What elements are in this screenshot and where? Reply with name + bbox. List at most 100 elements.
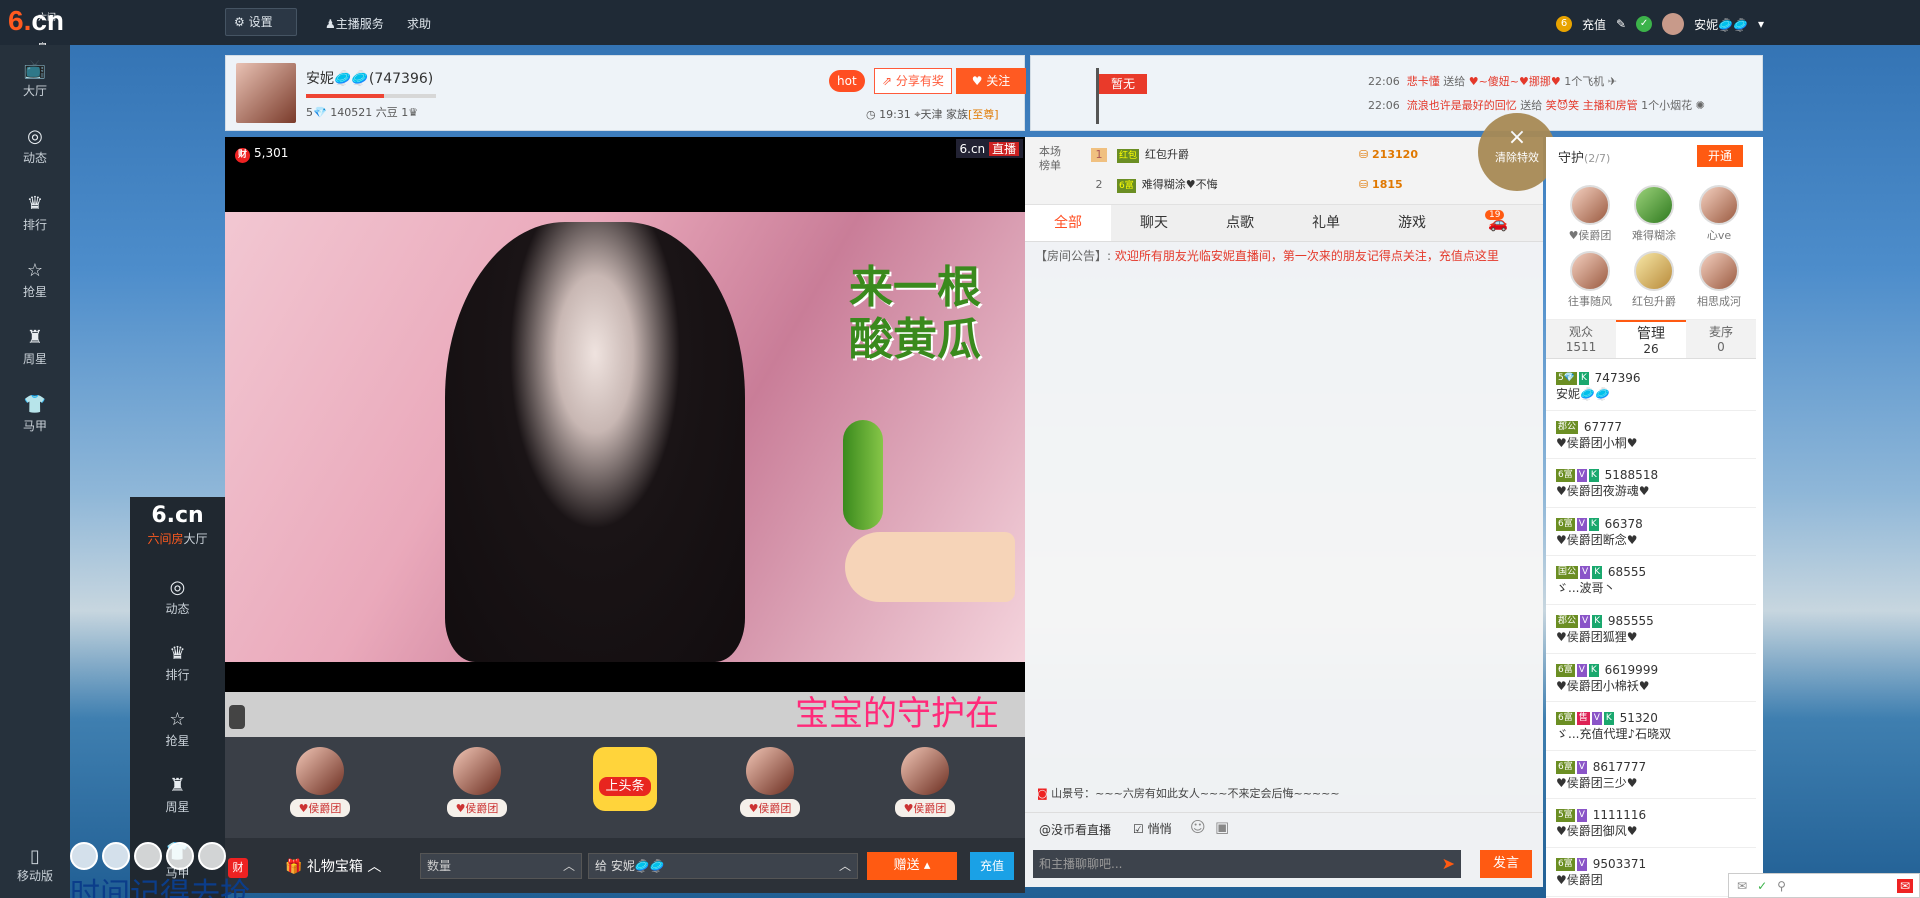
gift-from[interactable]: 悲卡懂	[1407, 75, 1440, 88]
paper-plane-icon[interactable]: ➤	[1442, 850, 1455, 878]
user-row[interactable]: 6富 V K 5188518 ♥侯爵团夜游魂♥	[1546, 459, 1756, 508]
chat-input[interactable]: 和主播聊聊吧... ➤	[1033, 850, 1461, 878]
user-row[interactable]: 6富 V 9503371 ♥侯爵团	[1546, 848, 1756, 897]
tab-gift-list[interactable]: 礼单	[1283, 205, 1369, 241]
guard-seat[interactable]: ♥侯爵团	[740, 747, 800, 817]
user-row[interactable]: 郡公 V K 985555 ♥侯爵团狐狸♥	[1546, 605, 1756, 654]
private-checkbox[interactable]: ☑ 悄悄	[1133, 820, 1172, 837]
rank-row[interactable]: 2 6富 难得糊涂♥不悔 ⛁ 1815	[1091, 173, 1531, 197]
clear-effects-button[interactable]: × 清除特效	[1478, 113, 1556, 191]
mountain-message-text: 山景号：~~~六房有如此女人~~~不来定会后悔~~~~~	[1051, 787, 1340, 800]
overlay-nav-item[interactable]: ♜ 周星	[130, 761, 225, 827]
notice-text[interactable]: 欢迎所有朋友光临安妮直播间，第一次来的朋友记得点关注，充值点这里	[1115, 249, 1499, 263]
mention-select[interactable]: @没币看直播	[1039, 821, 1111, 838]
nav-feed[interactable]: ◎ 动态	[0, 112, 70, 179]
user-name: ♥侯爵团御风♥	[1556, 824, 1638, 839]
nav-rank[interactable]: ♛ 排行	[0, 179, 70, 246]
tab-song[interactable]: 点歌	[1197, 205, 1283, 241]
video-player[interactable]: 来一根 酸黄瓜 财 5,301 6.cn 直播 宝宝的守护在	[225, 137, 1025, 737]
gift-recipient-select[interactable]: 给 安妮🥏🥏 ︿	[588, 853, 858, 879]
rank-label[interactable]: 本场榜单	[1039, 145, 1069, 173]
guard-member[interactable]: 心ve	[1689, 185, 1749, 243]
user-row[interactable]: 国公 V K 68555 ゞ...波哥丶	[1546, 556, 1756, 605]
guard-seat[interactable]: ♥侯爵团	[895, 747, 955, 817]
chat-placeholder: 和主播聊聊吧...	[1039, 857, 1123, 871]
username[interactable]: 安妮🥏🥏	[1694, 16, 1748, 33]
tab-games[interactable]: 游戏	[1369, 205, 1455, 241]
chat-bubble-icon[interactable]: ✉	[1896, 878, 1913, 893]
wealth-god-icon[interactable]: 财	[228, 858, 248, 878]
tab-admins[interactable]: 管理 26	[1616, 320, 1686, 358]
send-gift-button[interactable]: 赠送 ▴	[867, 852, 957, 880]
gift-box-button[interactable]: 🎁 礼物宝箱 ︿	[285, 856, 381, 876]
guard-member[interactable]: 难得糊涂	[1624, 185, 1684, 243]
mail-icon[interactable]: ✉	[1737, 879, 1747, 893]
overlay-nav-lobby[interactable]: 大厅	[184, 532, 208, 546]
user-avatar[interactable]	[1662, 13, 1685, 35]
gift-to[interactable]: ♥~傻妞~♥挪挪♥	[1469, 75, 1561, 88]
follow-button[interactable]: ♥ 关注	[956, 68, 1026, 94]
wealth-counter[interactable]: 财 5,301	[235, 146, 288, 163]
gift-from[interactable]: 流浪也许是最好的回忆	[1407, 99, 1517, 112]
user-row[interactable]: 5富 V 1111116 ♥侯爵团御风♥	[1546, 799, 1756, 848]
guard-member[interactable]: 相思成河	[1689, 251, 1749, 309]
guard-member[interactable]: ♥侯爵团	[1560, 185, 1620, 243]
tab-audience[interactable]: 观众 1511	[1546, 320, 1616, 358]
host-service-link[interactable]: ♟主播服务	[325, 15, 384, 32]
guard-member[interactable]: 红包升爵	[1624, 251, 1684, 309]
guard-seat[interactable]: ♥侯爵团	[290, 747, 350, 817]
chevron-down-icon[interactable]: ▾	[1758, 17, 1764, 31]
send-message-button[interactable]: 发言	[1480, 850, 1532, 878]
nav-vest[interactable]: 👕 马甲	[0, 380, 70, 447]
nav-grab-star[interactable]: ☆ 抢星	[0, 246, 70, 313]
nav-lobby[interactable]: 📺 大厅	[0, 45, 70, 112]
cucumber-graphic	[843, 420, 883, 530]
family-badge[interactable]: [至尊]	[968, 108, 999, 121]
user-row[interactable]: 6富售 V K 51320 ゞ...充值代理♪石晓双	[1546, 702, 1756, 751]
check-icon[interactable]: ✓	[1757, 879, 1767, 893]
guard-member-name: 心ve	[1706, 229, 1732, 242]
guard-member[interactable]: 往事随风	[1560, 251, 1620, 309]
rank-row[interactable]: 1 红包 红包升爵 ⛁ 213120	[1091, 143, 1531, 167]
gift-to[interactable]: 笑😈笑 主播和房管	[1546, 99, 1638, 112]
overlay-nav-item[interactable]: ☆ 抢星	[130, 695, 225, 761]
microphone-icon[interactable]	[229, 705, 245, 729]
family-label: 家族	[946, 108, 969, 121]
recharge-link[interactable]: 充值	[1582, 16, 1606, 33]
settings-button[interactable]: ⚙ 设置	[225, 8, 297, 36]
nav-week-star[interactable]: ♜ 周星	[0, 313, 70, 380]
zoom-icon[interactable]: ⚲	[1777, 879, 1786, 893]
overlay-logo[interactable]: 6.cn 六间房大厅	[130, 497, 225, 563]
user-row[interactable]: 6富 V K 6619999 ♥侯爵团小棉袄♥	[1546, 654, 1756, 703]
hot-badge[interactable]: hot	[829, 70, 865, 92]
help-link[interactable]: 求助	[407, 15, 431, 32]
overlay-nav-item[interactable]: ◎ 动态	[130, 563, 225, 629]
headline-button[interactable]: 上头条	[593, 747, 657, 811]
image-icon[interactable]: ▣	[1215, 818, 1229, 836]
session-rank: 本场榜单 1 红包 红包升爵 ⛁ 213120 2 6富 难得糊涂♥不悔 ⛁ 1815	[1025, 137, 1543, 205]
site-logo[interactable]: 6.cn六间房	[8, 6, 64, 53]
edit-icon[interactable]: ✎	[1616, 17, 1626, 31]
guard-seat[interactable]: ♥侯爵团	[447, 747, 507, 817]
overlay-nav-item[interactable]: ♛ 排行	[130, 629, 225, 695]
user-row[interactable]: 5💎 K 747396 安妮🥏🥏	[1546, 362, 1756, 411]
open-guard-button[interactable]: 开通	[1697, 145, 1743, 167]
check-icon[interactable]: ✓	[1636, 16, 1653, 32]
user-row[interactable]: 6富 V 8617777 ♥侯爵团三少♥	[1546, 751, 1756, 800]
user-id: 747396	[1594, 371, 1641, 385]
gift-time: 22:06	[1368, 99, 1400, 112]
tab-all[interactable]: 全部	[1025, 205, 1111, 241]
host-avatar[interactable]	[236, 63, 296, 123]
emoji-icon[interactable]: ☺	[1190, 818, 1206, 836]
charge-button[interactable]: 充值	[970, 852, 1014, 880]
flag-label[interactable]: 暂无	[1099, 74, 1147, 94]
mobile-version-link[interactable]: ▯ 移动版	[0, 846, 70, 884]
tab-chat[interactable]: 聊天	[1111, 205, 1197, 241]
share-button[interactable]: ⇗ 分享有奖	[874, 68, 952, 94]
tab-mic-queue[interactable]: 麦序 0	[1686, 320, 1756, 358]
user-row[interactable]: 6富 V K 66378 ♥侯爵团断念♥	[1546, 508, 1756, 557]
user-row[interactable]: 郡公 67777 ♥侯爵团小桐♥	[1546, 411, 1756, 460]
gift-quantity-input[interactable]: 数量 ︿	[420, 853, 582, 879]
level-badge: V	[1576, 469, 1587, 483]
nav-label: 大厅	[22, 84, 47, 98]
